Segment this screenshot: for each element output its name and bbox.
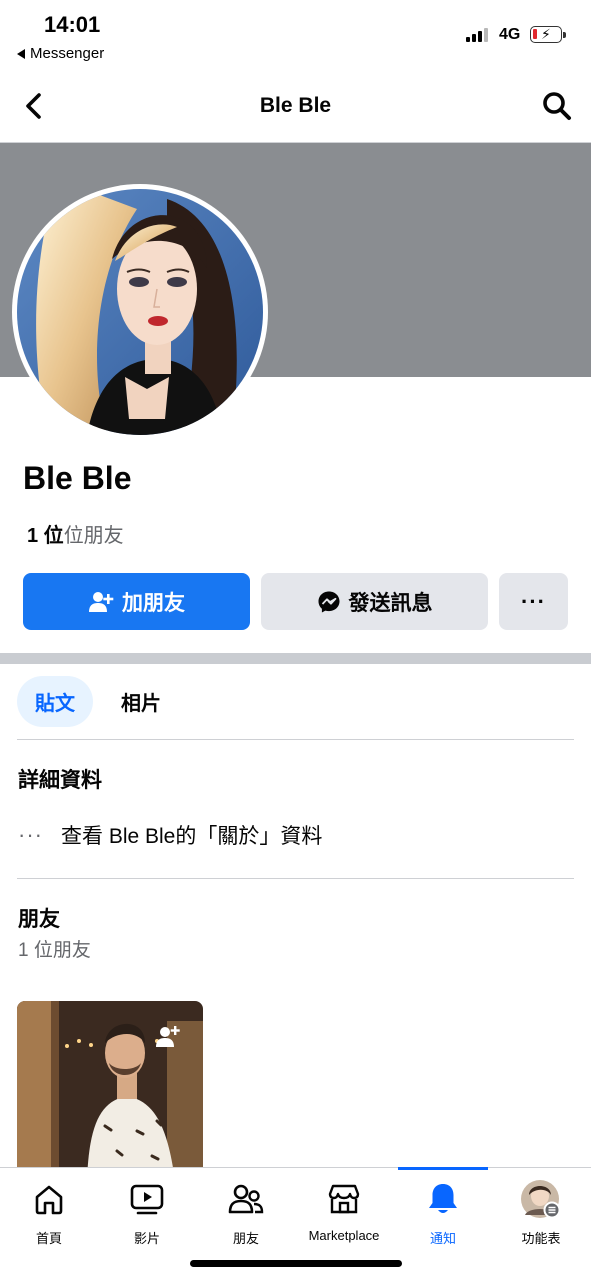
messenger-icon: [318, 591, 339, 612]
battery-icon: ⚡: [530, 26, 566, 43]
send-message-label: 發送訊息: [348, 591, 433, 615]
friend-count-number: 1 位: [27, 525, 64, 547]
tabbar-friends[interactable]: 朋友: [197, 1180, 295, 1247]
send-message-button[interactable]: 發送訊息: [261, 573, 488, 630]
tabbar-home[interactable]: 首頁: [0, 1180, 98, 1247]
divider: [17, 739, 574, 740]
add-friend-label: 加朋友: [122, 591, 185, 615]
add-person-icon: [89, 591, 114, 612]
tabbar-video-label: 影片: [133, 1231, 160, 1246]
add-friend-button[interactable]: 加朋友: [23, 573, 250, 630]
home-indicator[interactable]: [190, 1260, 402, 1267]
avatar-illustration: [17, 189, 263, 435]
friends-title: 朋友: [18, 908, 60, 931]
tabbar-notifications[interactable]: 通知: [394, 1180, 492, 1247]
tabbar-notifications-label: 通知: [429, 1231, 456, 1246]
active-tab-indicator: [398, 1167, 488, 1170]
section-divider: [0, 653, 591, 664]
network-label: 4G: [499, 26, 521, 43]
add-friend-icon[interactable]: [155, 1025, 181, 1049]
friend-count[interactable]: 1 位位朋友: [27, 519, 124, 548]
profile-tabs: 貼文 相片: [17, 676, 179, 727]
friend-count-suffix: 位朋友: [63, 525, 124, 547]
divider: [17, 878, 574, 879]
back-app-label: Messenger: [30, 45, 105, 62]
tabbar-marketplace-label: Marketplace: [308, 1228, 380, 1243]
signal-icon: [466, 28, 488, 42]
profile-avatar[interactable]: [12, 184, 268, 440]
details-title: 詳細資料: [18, 769, 102, 792]
tabbar-home-label: 首頁: [35, 1231, 62, 1246]
more-dots-icon: ···: [521, 588, 546, 614]
video-icon: [130, 1184, 164, 1215]
tabbar-friends-label: 朋友: [232, 1231, 259, 1246]
status-bar: 14:01 Messenger 4G ⚡: [0, 0, 591, 70]
tabbar-menu[interactable]: 功能表: [492, 1180, 590, 1247]
nav-bar: Ble Ble: [0, 70, 591, 143]
more-options-button[interactable]: ···: [499, 573, 568, 630]
about-link-label: 查看 Ble Ble的「關於」資料: [60, 825, 323, 848]
friends-icon: [228, 1184, 264, 1214]
tabbar-video[interactable]: 影片: [98, 1180, 196, 1247]
friend-card[interactable]: [17, 1001, 203, 1181]
more-dots-icon: ···: [18, 822, 43, 847]
back-to-app-link[interactable]: Messenger: [17, 45, 104, 62]
home-icon: [35, 1185, 63, 1215]
menu-avatar-icon: [521, 1180, 561, 1219]
friends-count: 1 位朋友: [18, 940, 91, 961]
tabbar-marketplace[interactable]: Marketplace: [295, 1180, 393, 1243]
tabbar-menu-label: 功能表: [521, 1231, 561, 1246]
search-icon[interactable]: [541, 90, 573, 122]
profile-name: Ble Ble: [23, 460, 132, 496]
tab-photos[interactable]: 相片: [103, 676, 179, 727]
back-triangle-icon: [17, 48, 25, 59]
tab-posts[interactable]: 貼文: [17, 676, 93, 727]
bell-icon: [429, 1184, 457, 1213]
marketplace-icon: [328, 1184, 360, 1214]
page-title: Ble Ble: [259, 94, 332, 117]
about-link[interactable]: ··· 查看 Ble Ble的「關於」資料: [18, 820, 322, 850]
status-time: 14:01: [44, 12, 101, 37]
